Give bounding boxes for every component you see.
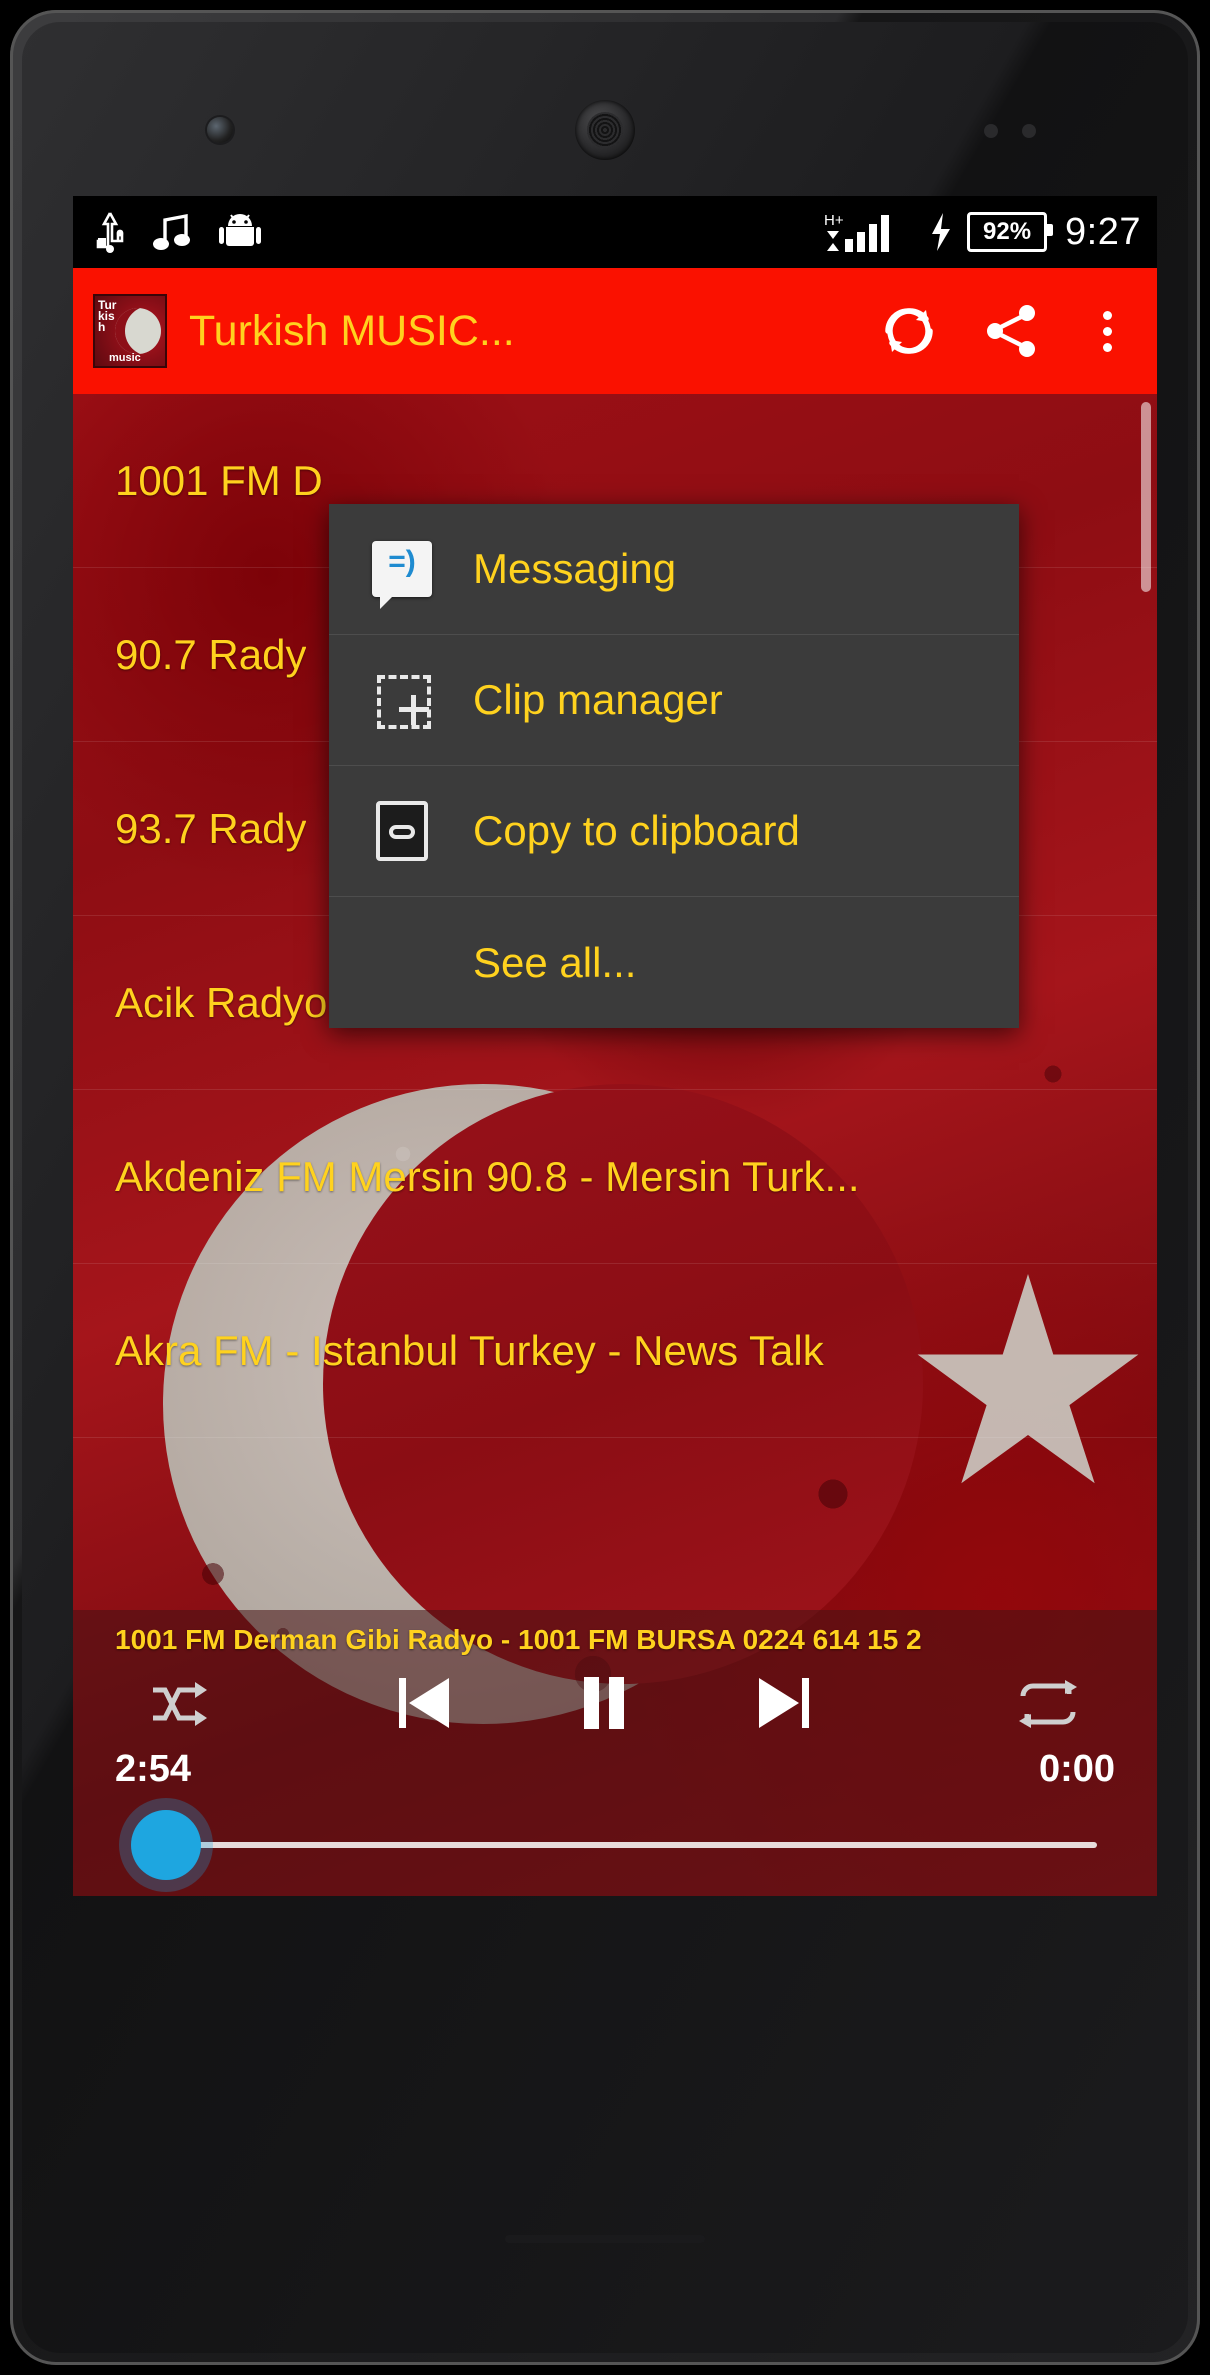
seek-bar[interactable] [73,1806,1157,1886]
clip-plus-horizontal [399,707,429,712]
menu-item-copy-to-clipboard[interactable]: Copy to clipboard [329,766,1019,897]
menu-item-label: Copy to clipboard [473,807,800,854]
menu-item-clip-manager[interactable]: Clip manager [329,635,1019,766]
player-bar: 1001 FM Derman Gibi Radyo - 1001 FM BURS… [73,1610,1157,1896]
list-item[interactable]: Akdeniz FM Mersin 90.8 - Mersin Turk... [73,1090,1157,1264]
logo-text-top: Turkish [98,298,117,334]
app-logo-icon: Turkish music [93,294,167,368]
svg-text:H+: H+ [824,212,844,229]
clip-dashed-box [377,675,431,729]
pause-icon[interactable] [573,1668,635,1738]
phone-device-frame: H+ 92% 9:27 Turkish music Turkish MUSIC.… [10,10,1200,2365]
total-time: 0:00 [1038,1748,1115,1790]
messaging-icon: =) [371,541,433,609]
phone-screen: H+ 92% 9:27 Turkish music Turkish MUSIC.… [73,196,1157,1896]
app-title: Turkish MUSIC... [189,306,515,355]
app-bar: Turkish music Turkish MUSIC... [73,268,1157,394]
clipboard-link-glyph [389,825,415,839]
earpiece-speaker [575,100,635,160]
battery-percent-badge: 92% [967,212,1054,252]
overflow-dot [1102,310,1112,320]
menu-item-label: Messaging [473,545,677,592]
main-content: 1001 FM D 90.7 Rady 93.7 Rady Acik Radyo… [73,394,1157,1896]
station-name: 90.7 Rady [115,630,307,678]
menu-item-label: See all... [473,938,637,986]
clip-manager-icon [371,669,433,731]
overflow-dot [1102,342,1112,352]
status-bar-right-icons: H+ 92% 9:27 [823,196,1141,268]
clipboard-icon [371,801,433,861]
list-item[interactable]: Akra FM - Istanbul Turkey - News Talk [73,1264,1157,1438]
clipboard-shape [376,801,428,861]
seek-thumb[interactable] [131,1810,201,1880]
time-row: 2:54 0:00 [73,1748,1157,1806]
messaging-bubble-shape: =) [372,541,432,609]
android-status-bar: H+ 92% 9:27 [73,196,1157,268]
proximity-sensor [984,124,998,138]
music-note-icon [153,213,190,250]
elapsed-time: 2:54 [115,1748,192,1790]
shuffle-icon[interactable] [149,1678,219,1730]
app-bar-actions [879,300,1131,362]
transport-controls [73,1656,1157,1748]
menu-item-see-all[interactable]: See all... [329,897,1019,1028]
messaging-glyph: =) [388,545,416,578]
clip-crop-shape [371,669,433,731]
menu-item-messaging[interactable]: =) Messaging [329,504,1019,635]
hplus-signal-icon: H+ [824,212,890,252]
share-icon[interactable] [981,300,1043,362]
seek-track[interactable] [173,1842,1097,1848]
now-playing-title: 1001 FM Derman Gibi Radyo - 1001 FM BURS… [115,1624,922,1655]
overflow-dots-icon[interactable] [1083,307,1131,356]
logo-text-bottom: music [109,352,141,364]
station-name: 93.7 Rady [115,804,307,852]
next-track-icon[interactable] [753,1668,815,1738]
overflow-popup-menu: =) Messaging Clip manager Copy to clipbo… [329,504,1019,1028]
station-name: Akdeniz FM Mersin 90.8 - Mersin Turk... [115,1152,860,1200]
charging-bolt-icon [932,213,951,251]
front-camera [207,117,233,143]
overflow-dot [1102,326,1112,336]
station-name: Akra FM - Istanbul Turkey - News Talk [115,1326,824,1374]
bottom-speaker-grill [505,2235,705,2243]
list-scrollbar[interactable] [1141,402,1151,592]
previous-track-icon[interactable] [393,1668,455,1738]
repeat-icon[interactable] [1013,1678,1083,1730]
android-icon [219,214,261,246]
logo-crescent [115,308,161,354]
station-name: 1001 FM D [115,456,323,504]
light-sensor [1022,124,1036,138]
menu-item-label: Clip manager [473,676,723,723]
status-bar-left-icons [95,196,261,268]
usb-icon [96,212,124,253]
status-bar-clock: 9:27 [1065,210,1141,253]
refresh-icon[interactable] [879,300,941,362]
